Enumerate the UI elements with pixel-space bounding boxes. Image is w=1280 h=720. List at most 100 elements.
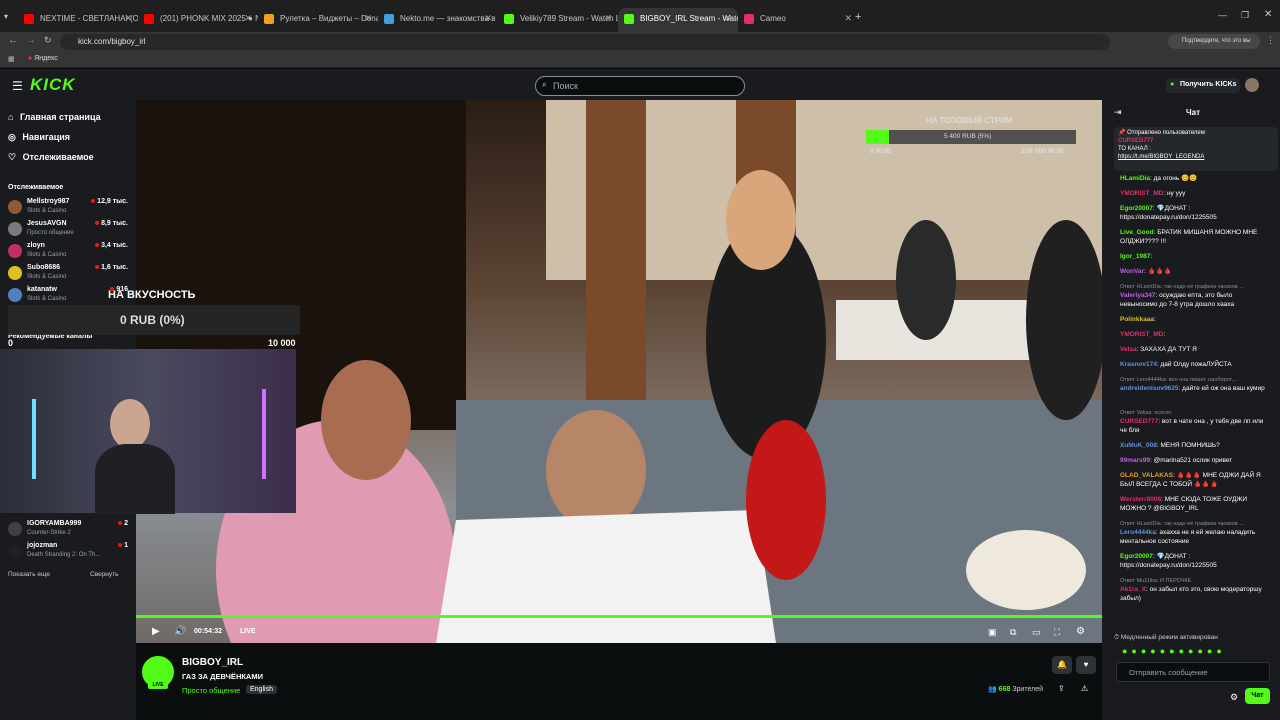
chat-username[interactable]: YMORIST_MD [1120, 190, 1163, 197]
chat-message[interactable]: Velsa: ЗАХАХА ДА ТУТ Я [1120, 345, 1270, 354]
maximize-icon[interactable]: ❐ [1241, 10, 1249, 21]
clip-icon[interactable]: ⧉ [1010, 627, 1016, 638]
play-icon[interactable]: ▶ [152, 626, 160, 637]
close-window-icon[interactable]: ✕ [1264, 9, 1272, 20]
chat-username[interactable]: WonVar [1120, 268, 1144, 275]
forward-icon[interactable]: → [26, 35, 36, 46]
emote-row[interactable]: ●●●●●●●●●●● [1122, 646, 1226, 656]
nav-browse[interactable]: ◎ Навигация [8, 132, 70, 143]
chat-message[interactable]: Igor_1987: [1120, 252, 1270, 261]
search-input[interactable]: ⌕ Поиск [535, 76, 745, 96]
chat-message[interactable]: Egor20007: 💎ДОНАТ : https://donatepay.ru… [1120, 552, 1270, 570]
nav-following[interactable]: ♡ Отслеживаемое [8, 152, 94, 163]
sidebar-channel[interactable]: zloyn Slots & Casino 3,4 тыс. [8, 241, 128, 263]
chat-message[interactable]: YMORIST_MD: ну ууу [1120, 189, 1270, 198]
reload-icon[interactable]: ↻ [44, 35, 52, 46]
user-avatar[interactable] [1245, 78, 1259, 92]
follow-button[interactable]: ♥ [1076, 656, 1096, 674]
bookmark-yandex[interactable]: ● Яндекс [28, 55, 58, 62]
chat-username[interactable]: Egor20007 [1120, 553, 1153, 560]
show-more-link[interactable]: Показать еще [8, 571, 50, 578]
chat-username[interactable]: Egor20007 [1120, 205, 1153, 212]
chat-message[interactable]: YMORIST_MD: [1120, 330, 1270, 339]
chat-username[interactable]: Valeriya347 [1120, 292, 1155, 299]
send-chat-button[interactable]: Чат [1245, 688, 1270, 704]
fullscreen-icon[interactable]: ⛶ [1054, 627, 1060, 638]
nav-home[interactable]: ⌂ Главная страница [8, 112, 101, 122]
chat-message[interactable]: HLamiDia: да огонь 😊😊 [1120, 174, 1270, 183]
back-icon[interactable]: ← [8, 35, 18, 46]
chat-message[interactable]: Wersterr8006: МНЕ СЮДА ТОЖЕ ОУДЖИ МОЖНО … [1120, 495, 1270, 513]
browser-tab[interactable]: Cameo ✕ [738, 8, 858, 32]
tab-close-icon[interactable]: ✕ [844, 13, 852, 24]
chat-message[interactable]: Lero4444ka: ахахха не я ей желаю наладит… [1120, 528, 1270, 546]
kick-logo[interactable]: KICK [30, 75, 76, 95]
tab-close-icon[interactable]: ✕ [244, 13, 252, 24]
chat-message[interactable]: Valeriya347: осуждаю епта, это было невы… [1120, 291, 1270, 309]
theater-icon[interactable]: ▭ [1032, 627, 1041, 638]
browser-tab[interactable]: (201) PHONK MIX 2025 ● NIGHT✕ [138, 8, 258, 32]
sidebar-channel[interactable]: JesusAVGN Просто общение 8,9 тыс. [8, 219, 128, 241]
collapse-chat-icon[interactable]: ⇥ [1114, 107, 1122, 118]
chat-settings-icon[interactable]: ⚙ [1230, 692, 1238, 703]
chat-message[interactable]: WonVar: 🩸🩸🩸 [1120, 267, 1270, 276]
tab-list-icon[interactable]: ▾ [4, 12, 8, 21]
chat-message[interactable]: Polinkkaaa: [1120, 315, 1270, 324]
chat-username[interactable]: HLamiDia [1120, 175, 1150, 182]
chat-username[interactable]: Krasnov174 [1120, 361, 1157, 368]
report-icon[interactable]: ⚠ [1081, 684, 1088, 693]
chat-username[interactable]: XuMuK_008 [1120, 442, 1157, 449]
chat-message[interactable]: Ak1ra_X: он забыл кто это, свою модерато… [1120, 585, 1270, 603]
tab-close-icon[interactable]: ✕ [364, 13, 372, 24]
chat-username[interactable]: YMORIST_MD [1120, 331, 1163, 338]
sidebar-channel[interactable]: jojozman Death Stranding 2: On Th... 1 [8, 541, 128, 563]
chat-username[interactable]: andreidenisov9625 [1120, 385, 1179, 392]
browser-tab[interactable]: Рулетка – Виджеты – Donation✕ [258, 8, 378, 32]
browser-tab[interactable]: NEXTIME - СВЕТЛАНА! (Official✕ [18, 8, 138, 32]
chat-message[interactable]: andreidenisov9625: дайте ей ож она ваш к… [1120, 384, 1270, 393]
chat-input[interactable]: Отправить сообщение [1116, 662, 1270, 682]
settings-gear-icon[interactable]: ⚙ [1076, 626, 1085, 637]
chat-username[interactable]: CURSED777 [1120, 418, 1158, 425]
tab-close-icon[interactable]: ✕ [724, 13, 732, 24]
chat-message[interactable]: 99mars99: @marina521 ослик привет [1120, 456, 1270, 465]
menu-dots-icon[interactable]: ⋮ [1266, 35, 1275, 46]
volume-icon[interactable]: 🔊 [174, 626, 186, 637]
chat-username[interactable]: 99mars99 [1120, 457, 1150, 464]
get-kicks-button[interactable]: ● Получить KICKs [1166, 78, 1240, 93]
minimize-icon[interactable]: — [1218, 10, 1227, 20]
chat-username[interactable]: Wersterr8006 [1120, 496, 1161, 503]
chat-username[interactable]: Live_Good [1120, 229, 1154, 236]
chat-username[interactable]: GLAD_VALAKAS [1120, 472, 1173, 479]
sidebar-channel[interactable]: Mellstroy987 Slots & Casino 12,9 тыс. [8, 197, 128, 219]
browser-tab[interactable]: Velikiy789 Stream - Watch Live✕ [498, 8, 618, 32]
chat-message[interactable]: Egor20007: 💎ДОНАТ : https://donatepay.ru… [1120, 204, 1270, 222]
chat-message[interactable]: Live_Good: БРАТИК МИШАНЯ МОЖНО МНЕ ОЛДЖИ… [1120, 228, 1270, 246]
apps-grid-icon[interactable]: ▦ [8, 55, 15, 63]
streamer-name[interactable]: BIGBOY_IRL [182, 657, 243, 668]
video-progress-bar[interactable] [136, 615, 1102, 618]
new-tab-icon[interactable]: + [855, 11, 861, 23]
chat-username[interactable]: Ak1ra_X [1120, 586, 1146, 593]
notify-bell-button[interactable]: 🔔 [1052, 656, 1072, 674]
chat-message[interactable]: GLAD_VALAKAS: 🩸🩸🩸 МНЕ ОДЖИ ДАЙ Я БЫЛ ВСЕ… [1120, 471, 1270, 489]
pip-icon[interactable]: ▣ [988, 627, 997, 638]
sidebar-channel[interactable]: IGORYAMBA999 Counter-Strike 2 2 [8, 519, 128, 541]
profile-confirm-button[interactable]: Подтвердите, что это вы [1168, 34, 1260, 49]
chat-username[interactable]: Igor_1987 [1120, 253, 1150, 260]
pinned-link[interactable]: https://t.me/BIGBOY_LEGENDA [1118, 153, 1274, 161]
url-field[interactable]: kick.com/bigboy_irl [60, 34, 1110, 50]
share-icon[interactable]: ⇪ [1058, 684, 1065, 693]
chat-message[interactable]: CURSED777: вот в чате она , у тебя две л… [1120, 417, 1270, 435]
collapse-link[interactable]: Свернуть [90, 571, 119, 578]
browser-tab[interactable]: BIGBOY_IRL Stream - Watch Live✕ [618, 8, 738, 32]
tab-close-icon[interactable]: ✕ [604, 13, 612, 24]
chat-message[interactable]: Krasnov174: дай Олду пожаЛУЙСТА [1120, 360, 1270, 369]
pinned-message[interactable]: 📌 Отправлено пользователем CURSED777 ТО … [1114, 127, 1278, 171]
browser-tab[interactable]: Nekto.me — знакомства в чате✕ [378, 8, 498, 32]
chat-username[interactable]: Polinkkaaa [1120, 316, 1154, 323]
stream-category[interactable]: Просто общение [182, 686, 240, 695]
chat-username[interactable]: Velsa [1120, 346, 1137, 353]
language-tag[interactable]: English [246, 685, 277, 694]
chat-username[interactable]: Lero4444ka [1120, 529, 1156, 536]
